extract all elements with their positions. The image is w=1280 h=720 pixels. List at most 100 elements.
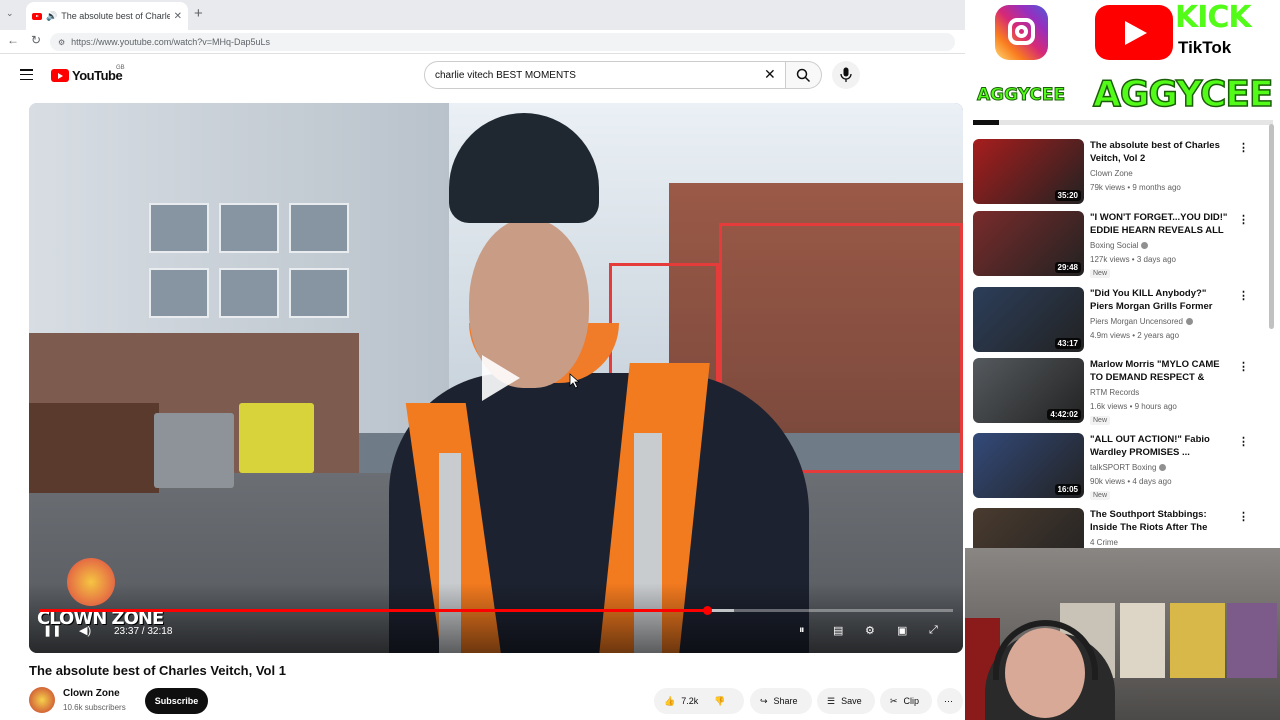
microphone-icon — [840, 67, 852, 82]
recommendation-channel[interactable]: Piers Morgan Uncensored — [1090, 317, 1193, 326]
recommendation-item[interactable]: 35:20 The absolute best of Charles Veitch… — [973, 139, 1273, 207]
video-thumbnail[interactable]: 35:20 — [973, 139, 1084, 204]
channel-label: 4 Crime — [1090, 538, 1119, 547]
search-icon — [796, 68, 811, 83]
share-button[interactable]: ↪ Share — [750, 688, 812, 714]
autoplay-toggle-icon[interactable]: ⏸ — [799, 624, 805, 637]
recommendation-item[interactable]: The Southport Stabbings: Inside The Riot… — [973, 508, 1273, 548]
more-options-icon[interactable]: ⋮ — [1238, 435, 1249, 448]
channel-label: Boxing Social — [1090, 241, 1139, 250]
recommendation-title[interactable]: "I WON'T FORGET...YOU DID!" EDDIE HEARN … — [1090, 211, 1232, 238]
channel-label: Piers Morgan Uncensored — [1090, 317, 1183, 326]
channel-label: Clown Zone — [1090, 169, 1133, 178]
country-code: GB — [116, 65, 125, 71]
more-options-icon[interactable]: ⋮ — [1238, 289, 1249, 302]
video-thumbnail[interactable]: 16:05 — [973, 433, 1084, 498]
save-button[interactable]: ☰ Save — [817, 688, 875, 714]
address-bar[interactable]: ⚙ https://www.youtube.com/watch?v=MHq-Da… — [50, 33, 955, 51]
youtube-icon — [1095, 5, 1173, 60]
menu-icon[interactable] — [20, 69, 33, 80]
recommendation-item[interactable]: 43:17 "Did You KILL Anybody?" Piers Morga… — [973, 287, 1273, 355]
miniplayer-icon[interactable]: ▣ — [897, 624, 907, 637]
recommendation-channel[interactable]: Boxing Social — [1090, 241, 1149, 250]
youtube-favicon-icon — [32, 12, 42, 20]
search-button[interactable] — [786, 61, 822, 89]
new-badge: New — [1090, 491, 1111, 500]
recommendation-title[interactable]: "Did You KILL Anybody?" Piers Morgan Gri… — [1090, 287, 1232, 314]
recommendation-item[interactable]: 16:05 "ALL OUT ACTION!" Fabio Wardley PRO… — [973, 433, 1273, 501]
share-label: Share — [773, 696, 798, 706]
recommendation-channel[interactable]: RTM Records — [1090, 388, 1139, 397]
youtube-logo[interactable]: YouTube — [51, 68, 123, 83]
audio-playing-icon[interactable]: 🔊 — [46, 11, 57, 22]
site-info-icon[interactable]: ⚙ — [58, 38, 65, 47]
subscribe-button[interactable]: Subscribe — [145, 688, 208, 714]
search-input[interactable]: charlie vitech BEST MOMENTS — [424, 61, 786, 89]
recommendation-channel[interactable]: 4 Crime — [1090, 538, 1118, 547]
subtitles-icon[interactable]: ▤ — [833, 624, 843, 637]
more-options-icon[interactable]: ⋮ — [1238, 510, 1249, 523]
youtube-header: YouTube GB charlie vitech BEST MOMENTS ✕ — [0, 54, 965, 98]
video-scene-bin-yellow — [239, 403, 314, 473]
play-icon[interactable] — [478, 353, 522, 403]
volume-icon[interactable]: ◀) — [79, 624, 91, 637]
video-thumbnail[interactable]: 43:17 — [973, 287, 1084, 352]
played-bar — [39, 609, 708, 612]
like-count[interactable]: 7.2k — [681, 696, 698, 706]
video-duration: 16:05 — [1054, 484, 1081, 495]
channel-avatar[interactable] — [29, 687, 55, 713]
recommendation-title[interactable]: The Southport Stabbings: Inside The Riot… — [1090, 508, 1232, 535]
channel-name[interactable]: Clown Zone — [63, 688, 120, 699]
reload-icon[interactable]: ↻ — [31, 33, 41, 47]
like-icon[interactable]: 👍 — [664, 696, 675, 707]
more-actions-button[interactable]: ⋯ — [937, 688, 963, 714]
video-thumbnail[interactable]: 29:48 — [973, 211, 1084, 276]
wall-poster — [1170, 603, 1225, 678]
video-player[interactable]: CLOWN ZONE ❚❚ ◀) 23:37 / 32:18 ⏸ ▤ ⚙ ▣ ⤢ — [29, 103, 963, 653]
clear-search-icon[interactable]: ✕ — [764, 66, 776, 83]
recommendation-title[interactable]: "ALL OUT ACTION!" Fabio Wardley PROMISES… — [1090, 433, 1232, 459]
save-icon: ☰ — [827, 695, 836, 706]
tiktok-logo: TikTok — [1178, 38, 1232, 57]
video-duration: 35:20 — [1054, 190, 1081, 201]
youtube-logo-text: YouTube — [72, 68, 123, 83]
browser-tab-active[interactable]: 🔊 The absolute best of Charles Veitch, V… — [26, 2, 188, 30]
new-badge: New — [1090, 269, 1111, 278]
video-scene-bin — [154, 413, 234, 488]
instagram-icon — [995, 5, 1048, 60]
fullscreen-icon[interactable]: ⤢ — [929, 624, 938, 637]
video-thumbnail[interactable] — [973, 508, 1084, 548]
recommendation-channel[interactable]: talkSPORT Boxing — [1090, 463, 1167, 472]
recommendation-title[interactable]: The absolute best of Charles Veitch, Vol… — [1090, 139, 1232, 165]
verified-icon — [1185, 318, 1193, 326]
browser-tabstrip: ⌄ 🔊 The absolute best of Charles Veitch,… — [0, 0, 965, 30]
more-options-icon[interactable]: ⋮ — [1238, 360, 1249, 373]
recommendation-meta: 90k views • 4 days ago — [1090, 477, 1172, 486]
new-tab-icon[interactable]: + — [194, 5, 203, 22]
recommendations-sidebar: 35:20 The absolute best of Charles Veitch… — [965, 120, 1280, 548]
dislike-icon[interactable]: 👎 — [714, 696, 725, 707]
tab-close-icon[interactable]: ✕ — [174, 11, 182, 22]
video-thumbnail[interactable]: 4:42:02 — [973, 358, 1084, 423]
recommendation-item[interactable]: 29:48 "I WON'T FORGET...YOU DID!" EDDIE H… — [973, 211, 1273, 279]
recommendation-item[interactable]: 4:42:02 Marlow Morris "MYLO CAME TO DEMAN… — [973, 358, 1273, 426]
progress-bar[interactable] — [39, 606, 953, 615]
back-icon[interactable]: ← — [7, 33, 19, 47]
webcam-feed — [965, 548, 1280, 720]
more-options-icon[interactable]: ⋮ — [1238, 213, 1249, 226]
recommendation-title[interactable]: Marlow Morris "MYLO CAME TO DEMAND RESPE… — [1090, 358, 1232, 385]
tab-search-icon[interactable]: ⌄ — [6, 8, 14, 19]
pause-icon[interactable]: ❚❚ — [43, 624, 61, 637]
video-duration: 43:17 — [1054, 338, 1081, 349]
voice-search-button[interactable] — [832, 61, 860, 89]
filter-chips[interactable] — [973, 120, 1273, 125]
more-options-icon[interactable]: ⋮ — [1238, 141, 1249, 154]
wall-poster — [1227, 603, 1277, 678]
clip-label: Clip — [903, 696, 920, 706]
time-display: 23:37 / 32:18 — [114, 626, 173, 637]
clip-button[interactable]: ✂ Clip — [880, 688, 932, 714]
settings-icon[interactable]: ⚙ — [865, 624, 875, 637]
recommendation-channel[interactable]: Clown Zone — [1090, 169, 1133, 178]
video-duration: 29:48 — [1054, 262, 1081, 273]
like-dislike-group: 👍 7.2k 👎 — [654, 688, 744, 714]
